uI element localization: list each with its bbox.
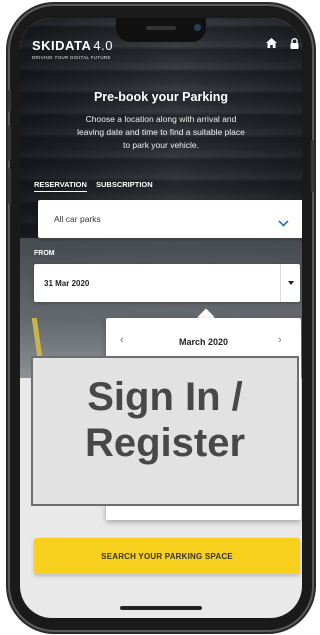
phone-side-button (311, 140, 314, 192)
chevron-down-icon (278, 214, 289, 232)
phone-side-button (8, 90, 11, 112)
logo-tagline: DRIVING YOUR DIGITAL FUTURE (32, 55, 111, 60)
phone-side-button (8, 125, 11, 161)
sign-in-register-overlay[interactable]: Sign In / Register (31, 356, 299, 506)
home-icon[interactable] (266, 38, 277, 51)
tab-reservation[interactable]: RESERVATION (34, 180, 87, 192)
chevron-right-icon[interactable]: › (278, 334, 282, 346)
car-park-select[interactable]: All car parks (38, 200, 302, 238)
tab-subscription[interactable]: SUBSCRIPTION (96, 180, 153, 191)
from-date-field[interactable]: 31 Mar 2020 (34, 264, 300, 302)
caret-down-icon (288, 281, 294, 285)
page-subtitle: Choose a location along with arrival and… (77, 114, 245, 150)
skidata-logo: SKIDATA 4.0 (32, 38, 113, 53)
home-indicator (120, 606, 202, 610)
logo-text: SKIDATA (32, 38, 92, 53)
app-screen: SKIDATA 4.0 DRIVING YOUR DIGITAL FUTURE P… (20, 18, 302, 618)
logo-version: 4.0 (93, 38, 113, 53)
from-date-value: 31 Mar 2020 (44, 279, 90, 288)
page-title: Pre-book your Parking (93, 90, 229, 104)
sign-in-register-text: Sign In / Register (33, 374, 297, 466)
phone-side-button (8, 168, 11, 204)
calendar-month-label: March 2020 (178, 337, 229, 347)
lock-icon[interactable] (290, 38, 299, 52)
overlay-line-2: Register (84, 421, 246, 465)
date-dropdown-button[interactable] (280, 264, 301, 302)
search-parking-button[interactable]: SEARCH YOUR PARKING SPACE (34, 538, 300, 574)
car-park-select-value: All car parks (54, 214, 101, 224)
overlay-line-1: Sign In / (87, 375, 243, 419)
notch-camera (194, 24, 201, 31)
notch-speaker (146, 26, 176, 30)
from-label: FROM (34, 250, 55, 257)
phone-notch (116, 18, 206, 42)
